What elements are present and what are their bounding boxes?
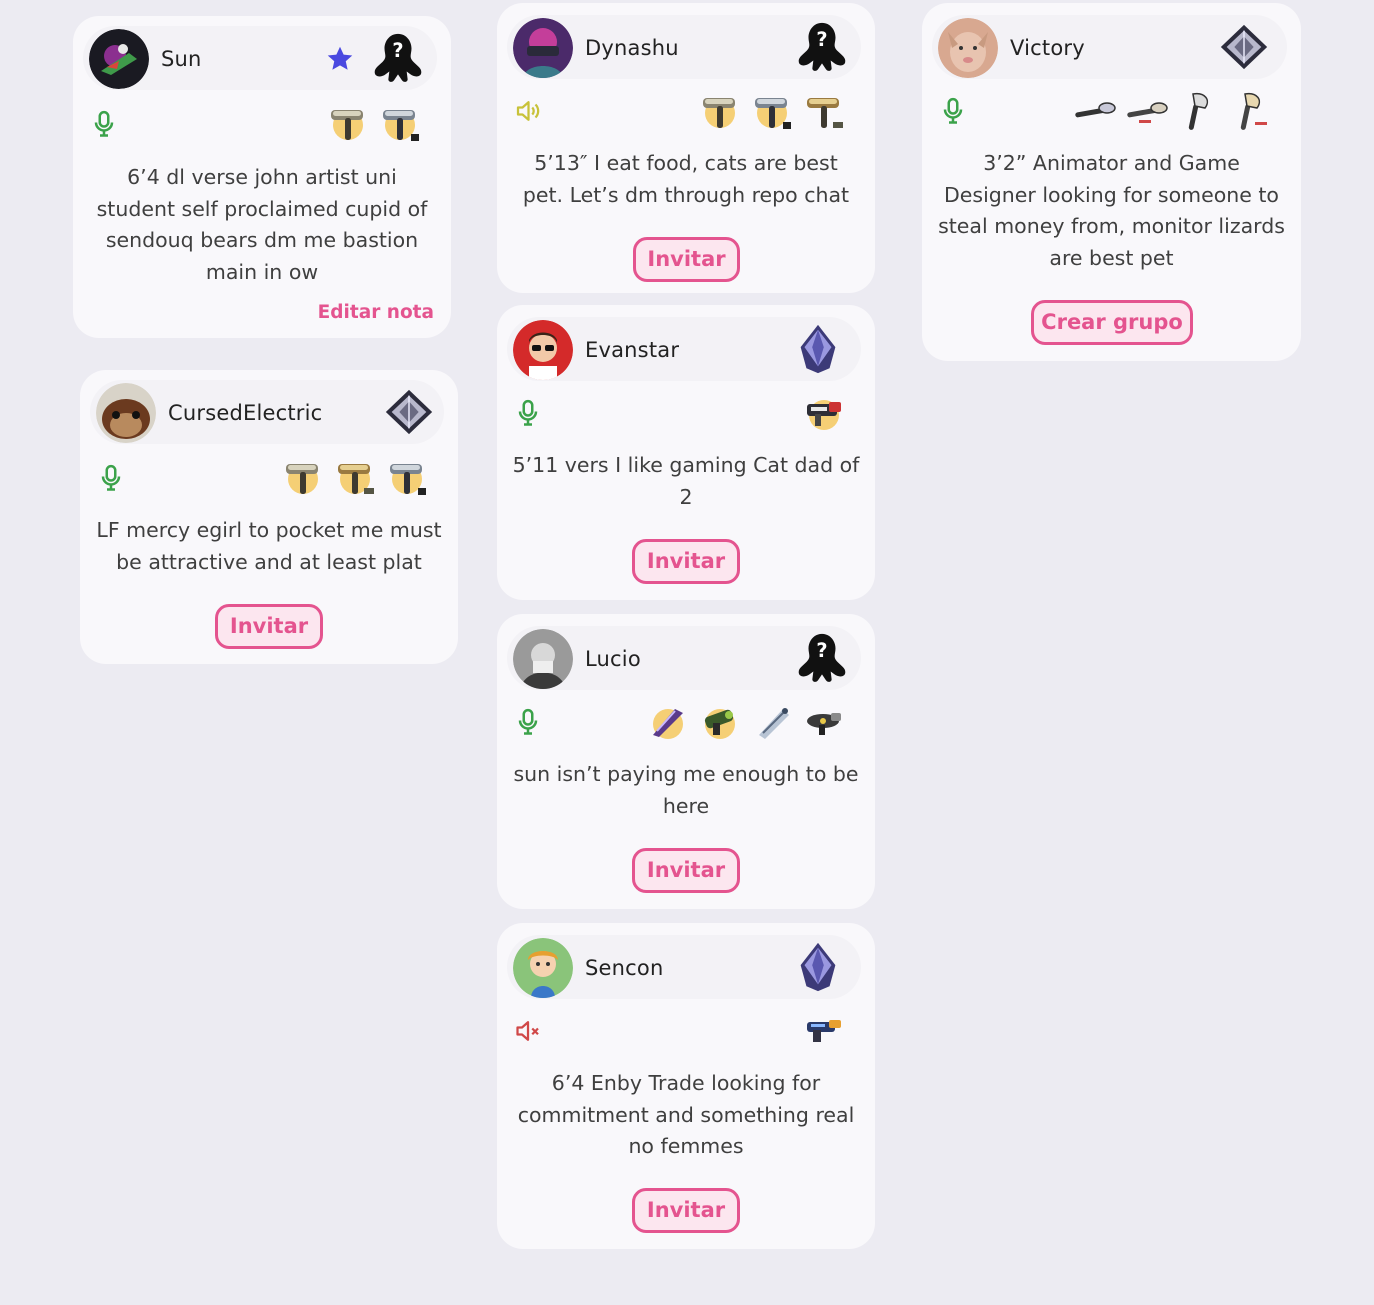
player-bio: sun isn’t paying me enough to be here (513, 762, 859, 818)
inkbrush-icon (1123, 90, 1169, 132)
weapon-list (645, 701, 847, 743)
microphone-icon (938, 96, 968, 126)
splatana-wiper-icon (645, 701, 691, 743)
player-card: Dynashu ? 5’13″ I eat food, cats are bes… (497, 3, 875, 293)
username: Dynashu (585, 36, 679, 60)
player-header: Dynashu ? (507, 15, 861, 79)
splat-roller-icon (801, 90, 847, 132)
player-bio: 5’11 vers I like gaming Cat dad of 2 (512, 453, 860, 509)
svg-text:?: ? (816, 28, 827, 51)
weapon-list (697, 90, 847, 132)
player-card: Lucio ? sun isn’t paying me enough to be… (497, 614, 875, 909)
player-card: Sun ? 6’4 dl verse john artist uni stude… (73, 16, 451, 338)
star-icon[interactable] (325, 44, 355, 74)
avatar[interactable] (938, 18, 998, 78)
octobrush-icon (1175, 90, 1221, 132)
username: Sun (161, 47, 202, 71)
player-bio: LF mercy egirl to pocket me must be attr… (96, 518, 442, 574)
avatar[interactable] (96, 383, 156, 443)
microphone-icon (89, 109, 119, 139)
player-header: Sencon (507, 935, 861, 999)
avatar[interactable] (513, 320, 573, 380)
invite-button[interactable]: Invitar (632, 539, 740, 584)
username: CursedElectric (168, 401, 323, 425)
splat-roller-icon (377, 102, 423, 144)
microphone-icon (513, 707, 543, 737)
player-card: Victory 3’2” Animator and Game Designer … (922, 3, 1301, 361)
splat-roller-icon (384, 456, 430, 498)
avatar[interactable] (89, 29, 149, 89)
splat-roller-icon (280, 456, 326, 498)
svg-text:?: ? (816, 639, 827, 662)
player-bio: 3’2” Animator and Game Designer looking … (938, 151, 1285, 270)
inkbrush-icon (1071, 90, 1117, 132)
player-header: Lucio ? (507, 626, 861, 690)
splattershot-icon (801, 1010, 847, 1052)
player-header: Victory (932, 15, 1287, 79)
octobrush-icon (1227, 90, 1273, 132)
microphone-icon (513, 398, 543, 428)
rank-silver-diamond-icon (1217, 20, 1271, 74)
avatar[interactable] (513, 629, 573, 689)
splat-roller-icon (332, 456, 378, 498)
weapon-list (801, 1010, 847, 1052)
rank-unknown-icon: ? (795, 20, 849, 74)
username: Sencon (585, 956, 664, 980)
microphone-icon (96, 463, 126, 493)
speaker-icon (513, 96, 543, 126)
player-header: Evanstar (507, 317, 861, 381)
invite-button[interactable]: Invitar (633, 237, 740, 282)
splat-roller-icon (325, 102, 371, 144)
weapon-list (280, 456, 430, 498)
blaster-icon (697, 701, 743, 743)
splat-roller-icon (697, 90, 743, 132)
rank-silver-diamond-icon (382, 385, 436, 439)
speaker-muted-icon (513, 1016, 543, 1046)
splattershot-pro-icon (801, 392, 847, 434)
username: Evanstar (585, 338, 680, 362)
player-bio: 6’4 dl verse john artist uni student sel… (96, 165, 428, 284)
weapon-list (1071, 90, 1273, 132)
edit-note-link[interactable]: Editar nota (318, 302, 434, 323)
invite-button[interactable]: Invitar (632, 1188, 740, 1233)
avatar[interactable] (513, 938, 573, 998)
create-group-button[interactable]: Crear grupo (1031, 300, 1193, 345)
tri-stringer-icon (749, 701, 795, 743)
username: Victory (1010, 36, 1085, 60)
player-bio: 5’13″ I eat food, cats are best pet. Let… (522, 151, 850, 207)
invite-button[interactable]: Invitar (632, 848, 740, 893)
player-header: Sun ? (83, 26, 437, 90)
player-header: CursedElectric (90, 380, 444, 444)
player-bio: 6’4 Enby Trade looking for commitment an… (517, 1071, 855, 1158)
username: Lucio (585, 647, 641, 671)
rank-unknown-icon: ? (371, 31, 425, 85)
svg-text:?: ? (392, 39, 403, 62)
rank-purple-diamond-icon (791, 322, 845, 376)
avatar[interactable] (513, 18, 573, 78)
splat-roller-icon (749, 90, 795, 132)
player-card: Sencon 6’4 Enby Trade looking for commit… (497, 923, 875, 1249)
rank-unknown-icon: ? (795, 631, 849, 685)
player-card: Evanstar 5’11 vers I like gaming Cat dad… (497, 305, 875, 600)
weapon-list (325, 102, 423, 144)
rank-purple-diamond-icon (791, 940, 845, 994)
player-card: CursedElectric LF mercy egirl to pocket … (80, 370, 458, 664)
bloblobber-icon (801, 701, 847, 743)
weapon-list (801, 392, 847, 434)
invite-button[interactable]: Invitar (215, 604, 323, 649)
